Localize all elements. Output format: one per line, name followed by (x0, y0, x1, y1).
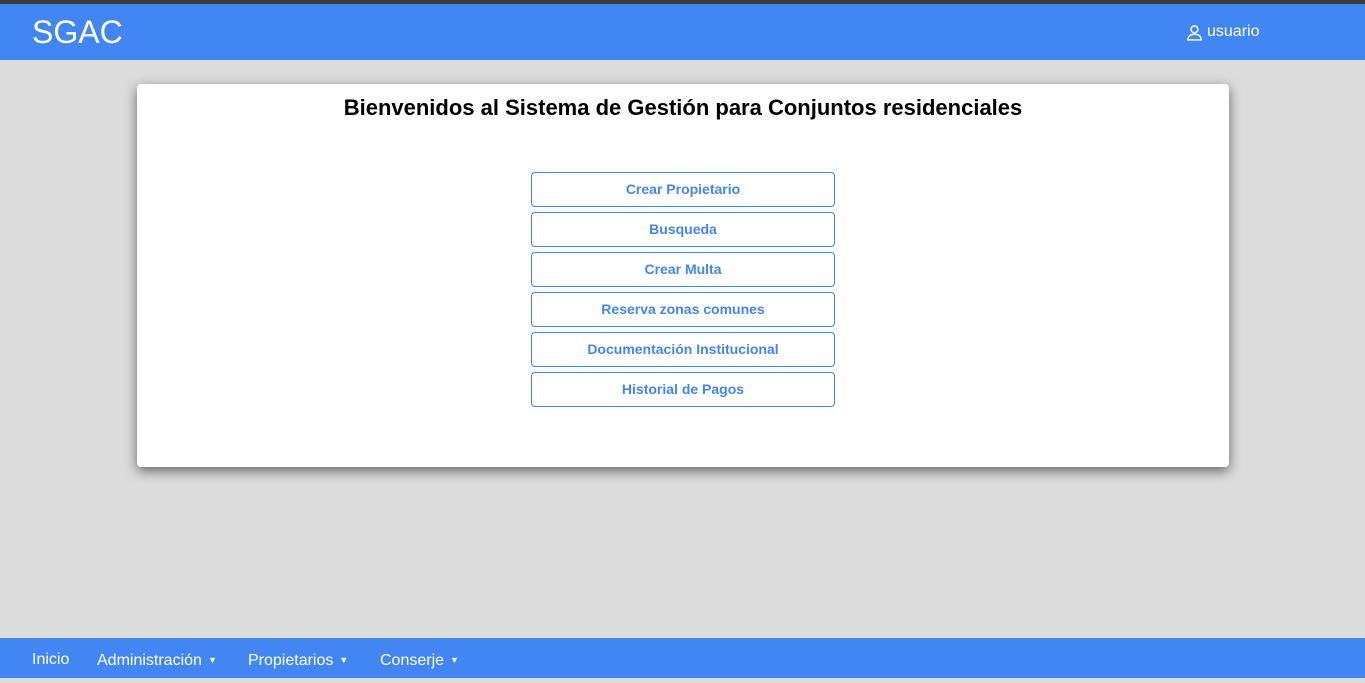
page-title: Bienvenidos al Sistema de Gestión para C… (343, 95, 1023, 120)
welcome-card: Bienvenidos al Sistema de Gestión para C… (137, 84, 1229, 467)
nav-item-conserje[interactable]: Conserje ▼ (380, 638, 459, 678)
user-label: usuario (1207, 23, 1260, 40)
nav-item-label: Inicio (32, 651, 70, 668)
nav-item-inicio[interactable]: Inicio (32, 638, 69, 678)
nav-item-administracion[interactable]: Administración ▼ (97, 638, 217, 678)
caret-down-icon: ▼ (339, 655, 349, 665)
caret-down-icon: ▼ (450, 655, 459, 665)
user-icon (1187, 24, 1202, 41)
nav-item-label: Propietarios (248, 652, 334, 669)
documentacion-institucional-button[interactable]: Documentación Institucional (531, 332, 835, 367)
action-buttons: Crear Propietario Busqueda Crear Multa R… (531, 172, 835, 412)
historial-de-pagos-button[interactable]: Historial de Pagos (531, 372, 835, 407)
bottom-nav: Inicio Administración ▼ Propietarios ▼ Con… (0, 638, 1365, 678)
reserva-zonas-comunes-button[interactable]: Reserva zonas comunes (531, 292, 835, 327)
nav-item-label: Conserje (380, 652, 445, 669)
crear-propietario-button[interactable]: Crear Propietario (531, 172, 835, 207)
brand-logo[interactable]: SGAC (32, 13, 123, 51)
user-menu[interactable]: usuario (1186, 21, 1259, 43)
nav-item-label: Administración (97, 652, 202, 669)
header-bar: SGAC usuario (0, 4, 1365, 60)
caret-down-icon: ▼ (207, 655, 217, 665)
busqueda-button[interactable]: Busqueda (531, 212, 835, 247)
crear-multa-button[interactable]: Crear Multa (531, 252, 835, 287)
nav-item-propietarios[interactable]: Propietarios ▼ (248, 638, 348, 678)
